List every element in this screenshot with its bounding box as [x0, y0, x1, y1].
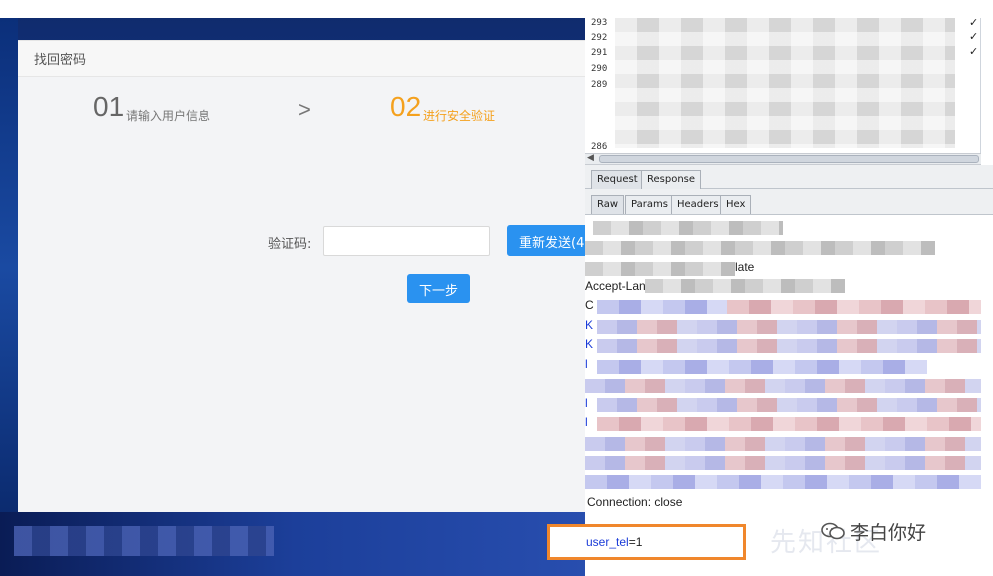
request-history-table[interactable]: 293 292 291 290 289 286 ✓ ✓ ✓ — [585, 16, 981, 153]
view-tabbar: Raw Params Headers Hex — [585, 189, 993, 215]
step1-number: 01 — [93, 91, 125, 122]
request-response-tabbar: Request Response — [585, 165, 993, 189]
blurred-line — [597, 320, 981, 334]
bottom-background-strip — [0, 512, 590, 576]
watermark-name: 李白你好 — [850, 522, 927, 544]
raw-line: K — [585, 318, 594, 332]
burp-proxy-panel: 293 292 291 290 289 286 ✓ ✓ ✓ ◀ Request … — [585, 16, 993, 576]
check-icon: ✓ — [969, 30, 979, 43]
blurred-line — [597, 339, 981, 353]
raw-line: C — [585, 298, 594, 312]
raw-line: K — [585, 337, 594, 351]
top-white-band — [0, 0, 993, 18]
scrollbar-thumb[interactable] — [599, 155, 979, 163]
blurred-line — [585, 456, 981, 470]
check-icon: ✓ — [969, 16, 979, 29]
wechat-icon — [821, 522, 845, 540]
history-row-id[interactable]: 292 — [591, 33, 607, 43]
step2-label: 进行安全验证 — [423, 109, 496, 123]
blurred-line — [727, 300, 981, 314]
verification-code-label: 验证码: — [268, 237, 312, 252]
blurred-block — [14, 526, 274, 556]
history-horizontal-scrollbar[interactable]: ◀ — [585, 153, 981, 165]
scroll-left-icon[interactable]: ◀ — [587, 153, 594, 163]
next-step-button[interactable]: 下一步 — [407, 274, 470, 303]
verification-code-input[interactable] — [323, 226, 490, 256]
history-row-id[interactable]: 290 — [591, 64, 607, 74]
blurred-line — [585, 262, 735, 276]
raw-connection-line: Connection: close — [587, 495, 683, 509]
blurred-line — [597, 300, 727, 314]
step1-label: 请输入用户信息 — [126, 109, 211, 123]
raw-accept-line: Accept-Lan — [585, 279, 646, 293]
request-body-param: user_tel=1 — [586, 535, 642, 549]
step-arrow: > — [298, 97, 311, 122]
left-background-strip — [0, 18, 18, 518]
blurred-line — [597, 417, 981, 431]
check-icon: ✓ — [969, 45, 979, 58]
history-row-id[interactable]: 293 — [591, 18, 607, 28]
history-row-id[interactable]: 289 — [591, 80, 607, 90]
raw-line: l — [585, 396, 588, 410]
highlight-box — [547, 524, 746, 560]
history-row-id[interactable]: 286 — [591, 142, 607, 152]
resend-code-button[interactable]: 重新发送(4 — [507, 225, 585, 256]
tab-params[interactable]: Params — [625, 195, 674, 214]
step2-number: 02 — [390, 91, 422, 122]
tab-raw[interactable]: Raw — [591, 195, 625, 214]
param-equals: = — [628, 535, 636, 549]
pixelation-overlay — [615, 18, 955, 148]
history-row-id[interactable]: 291 — [591, 48, 607, 58]
raw-line: l — [585, 357, 588, 371]
dialog-title: 找回密码 — [18, 41, 585, 77]
tab-hex[interactable]: Hex — [720, 195, 752, 214]
tab-request[interactable]: Request — [591, 170, 644, 189]
raw-line-fragment: late — [735, 260, 755, 274]
blurred-line — [585, 241, 935, 255]
blurred-line — [593, 221, 783, 235]
blurred-line — [597, 398, 981, 412]
tab-headers[interactable]: Headers — [671, 195, 725, 214]
param-key: user_tel — [586, 535, 629, 549]
blurred-line — [585, 437, 981, 451]
tab-response[interactable]: Response — [641, 170, 702, 189]
blurred-line — [585, 475, 981, 489]
blurred-line — [597, 360, 927, 374]
raw-request-editor[interactable]: late Accept-Lan C K K l l l — [585, 215, 981, 511]
step-indicator: 01 请输入用户信息 > 02 进行安全验证 — [18, 91, 585, 131]
blurred-line — [645, 279, 845, 293]
blurred-line — [585, 379, 981, 393]
password-recovery-dialog: 找回密码 01 请输入用户信息 > 02 进行安全验证 验证码: 重新发送(4 … — [18, 40, 585, 512]
param-value: 1 — [635, 535, 643, 549]
raw-line: l — [585, 415, 588, 429]
